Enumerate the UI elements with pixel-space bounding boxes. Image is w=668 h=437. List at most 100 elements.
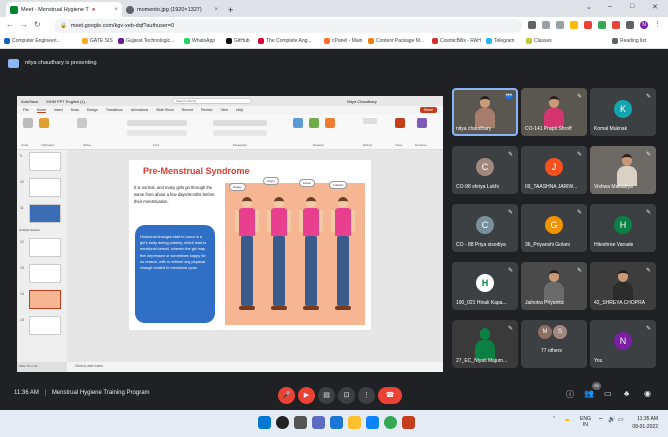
zoom-icon[interactable] bbox=[542, 21, 550, 29]
slide-thumbnail-selected[interactable] bbox=[29, 290, 61, 309]
bookmark-item[interactable]: WhatsApp bbox=[184, 38, 215, 44]
camera-indicator-icon[interactable] bbox=[528, 21, 536, 29]
section-label[interactable]: Untitled Section bbox=[19, 228, 40, 232]
close-window-icon[interactable]: ✕ bbox=[652, 3, 658, 11]
menu-item[interactable]: Help bbox=[236, 108, 243, 112]
language-indicator[interactable]: ENG IN bbox=[580, 416, 591, 428]
share-button[interactable]: Share bbox=[419, 107, 437, 113]
extension-red-icon[interactable] bbox=[584, 21, 592, 29]
participant-tile[interactable]: C ✎ CO-98 shriya Lukhi bbox=[452, 146, 518, 194]
reading-list-button[interactable]: Reading list bbox=[612, 38, 646, 44]
mic-toggle-button[interactable]: 🎤 bbox=[278, 387, 295, 404]
bookmark-item[interactable]: GitHub bbox=[226, 38, 250, 44]
participant-tile[interactable]: J ✎ 09_TAASHNA JARIW... bbox=[521, 146, 587, 194]
menu-item[interactable]: Transitions bbox=[106, 108, 123, 112]
menu-item[interactable]: File bbox=[23, 108, 29, 112]
file-explorer-icon[interactable] bbox=[348, 416, 361, 429]
font-name-input[interactable] bbox=[127, 120, 187, 126]
extension-green-icon[interactable] bbox=[598, 21, 606, 29]
menu-item[interactable]: Slide Show bbox=[156, 108, 174, 112]
minimize-icon[interactable]: – bbox=[608, 3, 612, 10]
menu-item[interactable]: Record bbox=[182, 108, 193, 112]
bookmark-item[interactable]: cPanel - Main bbox=[324, 38, 363, 44]
volume-icon[interactable]: 🔊 bbox=[608, 416, 615, 423]
list-icons[interactable] bbox=[213, 120, 267, 126]
font-format-icons[interactable] bbox=[127, 130, 187, 136]
host-controls-icon[interactable]: ◉ bbox=[644, 389, 651, 398]
extension-pin-icon[interactable] bbox=[612, 21, 620, 29]
participant-tile[interactable]: H ✎ Hiteshree Varsale bbox=[590, 204, 656, 252]
participant-tile[interactable]: C ✎ CO - 88 Priya sisodiya bbox=[452, 204, 518, 252]
bookmark-item[interactable]: Classes bbox=[526, 38, 552, 44]
forward-icon[interactable]: → bbox=[20, 20, 28, 29]
participant-tile[interactable]: ✎ 42_SHREYA CHOPRA bbox=[590, 262, 656, 310]
edge-icon[interactable] bbox=[366, 416, 379, 429]
undo-icon[interactable] bbox=[23, 118, 33, 128]
menu-item[interactable]: Review bbox=[201, 108, 212, 112]
system-clock[interactable]: 11:35 AM 08-01-2022 bbox=[632, 415, 658, 431]
new-tab-button[interactable]: + bbox=[224, 2, 238, 17]
back-icon[interactable]: ← bbox=[6, 20, 14, 29]
participant-tile[interactable]: H ✎ 190_021 Hinali Kapa... bbox=[452, 262, 518, 310]
battery-icon[interactable]: ▭ bbox=[618, 416, 624, 423]
url-input[interactable]: 🔒 meet.google.com/kgv-xeb-dqf?authuser=0 bbox=[54, 19, 522, 33]
captions-button[interactable]: ▤ bbox=[318, 387, 335, 404]
bookmark-item[interactable]: Gujarat Technologic... bbox=[118, 38, 174, 44]
share-icon[interactable] bbox=[556, 21, 564, 29]
menu-item[interactable]: Home bbox=[36, 108, 46, 113]
close-tab-icon[interactable]: × bbox=[214, 7, 218, 13]
slide-thumbnail[interactable] bbox=[29, 264, 61, 283]
find-icon[interactable] bbox=[363, 118, 377, 124]
bookmark-item[interactable]: CosmicBills - RAH bbox=[432, 38, 481, 44]
participant-tile[interactable]: ✎ CO-141 Prapti Shroff bbox=[521, 88, 587, 136]
bookmark-item[interactable]: Computer Engineeri... bbox=[4, 38, 61, 44]
self-tile[interactable]: N ✎ You bbox=[590, 320, 656, 368]
bookmark-item[interactable]: Content Package M... bbox=[368, 38, 424, 44]
bookmark-item[interactable]: The Complete Ang... bbox=[258, 38, 312, 44]
participant-tile[interactable]: ••• nitya chaudhary bbox=[452, 88, 518, 136]
people-icon[interactable]: 👥 bbox=[584, 389, 594, 398]
align-icons[interactable] bbox=[213, 130, 267, 136]
camera-toggle-button[interactable]: ▶ bbox=[298, 387, 315, 404]
tray-chevron-icon[interactable]: ⌃ bbox=[552, 416, 556, 422]
new-slide-icon[interactable] bbox=[77, 118, 87, 128]
participant-tile[interactable]: G ✎ 36_Priyanshi Golani bbox=[521, 204, 587, 252]
bookmark-item[interactable]: GATE SIS bbox=[82, 38, 113, 44]
slide-thumbnail[interactable] bbox=[29, 178, 61, 197]
slide-thumbnail[interactable] bbox=[29, 316, 61, 335]
menu-kebab-icon[interactable]: ⋮ bbox=[654, 21, 662, 29]
bookmark-item[interactable]: Telegram bbox=[486, 38, 515, 44]
star-icon[interactable] bbox=[570, 21, 578, 29]
profile-avatar[interactable]: N bbox=[640, 21, 648, 29]
slide-thumbnail[interactable] bbox=[29, 152, 61, 171]
close-tab-icon[interactable]: × bbox=[114, 7, 118, 13]
wifi-icon[interactable]: ⌔ bbox=[598, 416, 604, 424]
participant-tile[interactable]: ✎ Vishwa Makadiya bbox=[590, 146, 656, 194]
leave-call-button[interactable]: ☎ bbox=[378, 387, 402, 404]
activities-icon[interactable]: ♣ bbox=[624, 389, 629, 398]
tab-momento[interactable]: momento.jpg (1920×1327) × bbox=[122, 2, 222, 17]
paste-icon[interactable] bbox=[39, 118, 49, 128]
others-tile[interactable]: M S 77 others bbox=[521, 320, 587, 368]
powerpoint-icon[interactable] bbox=[402, 416, 415, 429]
maximize-icon[interactable]: □ bbox=[630, 3, 634, 10]
chat-icon[interactable]: ▭ bbox=[604, 389, 612, 398]
autosave-toggle[interactable]: AutoSave bbox=[21, 99, 38, 104]
current-slide[interactable]: Pre-Menstrual Syndrome It is normal, and… bbox=[129, 160, 371, 330]
participant-tile[interactable]: ✎ Jaihotra Priyanka bbox=[521, 262, 587, 310]
start-icon[interactable] bbox=[258, 416, 271, 429]
present-button[interactable]: ⊡ bbox=[338, 387, 355, 404]
designer-icon[interactable] bbox=[417, 118, 427, 128]
chrome-icon[interactable] bbox=[384, 416, 397, 429]
meeting-details-icon[interactable]: ⓘ bbox=[566, 389, 574, 400]
teams-icon[interactable] bbox=[330, 416, 343, 429]
menu-item[interactable]: Insert bbox=[54, 108, 63, 112]
quick-styles-icon[interactable] bbox=[325, 118, 335, 128]
arrange-icon[interactable] bbox=[309, 118, 319, 128]
menu-item[interactable]: View bbox=[220, 108, 228, 112]
extensions-puzzle-icon[interactable] bbox=[626, 21, 634, 29]
search-icon[interactable] bbox=[276, 416, 289, 429]
slide-thumbnail[interactable] bbox=[29, 204, 61, 223]
participant-tile[interactable]: ✎ 27_EC_Niyati Majum... bbox=[452, 320, 518, 368]
menu-item[interactable]: Draw bbox=[71, 108, 79, 112]
